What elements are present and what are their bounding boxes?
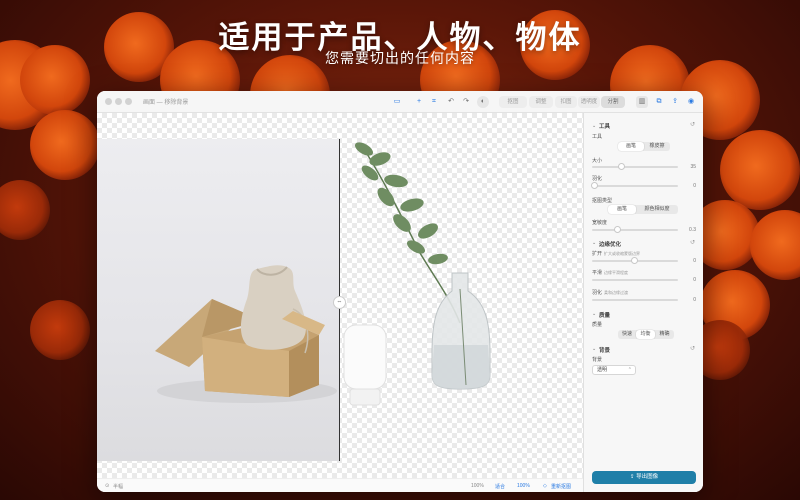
titlebar: 画面 — 移除背景 ▭ + ⌗ ↶ ↷ ◐ 抠图 调整 扣图 透明度 分割 ▥ … [97,91,703,113]
tab-extract[interactable]: 扣图 [555,96,577,108]
reset-cutout-icon[interactable]: ◇ [543,483,547,489]
tab-cutout[interactable]: 抠图 [499,96,527,108]
quality-fine-button[interactable]: 精确 [655,330,674,339]
feather2-label: 羽化 [592,290,603,296]
export-button-label: 导出图像 [636,474,659,480]
chevron-down-icon[interactable]: ⌄ [592,311,596,317]
chevron-down-icon[interactable]: ⌄ [592,123,596,129]
size-slider-knob[interactable] [618,163,625,170]
close-window-button[interactable] [105,98,112,105]
edge-section-title: 边缘优化 [599,242,622,248]
tolerance-slider[interactable] [592,229,678,231]
zoom-level-b[interactable]: 100% [517,483,530,489]
copy-icon[interactable]: ⧉ [653,96,665,108]
hand-tool-icon[interactable]: ⊙ [105,483,109,489]
expand-label: 扩开 [592,251,603,257]
feather2-slider[interactable] [592,299,678,301]
quality-section-title: 质量 [599,313,611,319]
background-section-title: 背景 [599,348,611,354]
smooth-hint: 边缘平滑程度 [604,270,628,275]
size-value: 35 [690,164,696,170]
quality-label: 质量 [592,322,603,328]
box-and-bag-image [155,265,337,403]
size-slider[interactable] [592,166,678,168]
feather2-value: 0 [693,297,696,303]
app-window: 画面 — 移除背景 ▭ + ⌗ ↶ ↷ ◐ 抠图 调整 扣图 透明度 分割 ▥ … [97,91,703,492]
tab-adjust[interactable]: 调整 [529,96,553,108]
original-photo [97,139,339,461]
hero-subtitle: 您需要切出的任何内容 [325,50,475,66]
reset-tools-icon[interactable]: ↺ [690,121,695,128]
window-title: 画面 — 移除背景 [143,100,189,106]
quality-fast-button[interactable]: 快速 [618,330,636,339]
share-icon[interactable]: ⇪ [669,96,681,108]
background-select-value: 透明 [597,367,608,373]
magic-select-icon[interactable]: ◐ [477,96,489,108]
quality-segmented: 快速 均衡 精确 [618,330,674,339]
tool-eraser-button[interactable]: 橡皮擦 [644,142,670,151]
cutout-objects-image [343,142,491,406]
tab-transparency[interactable]: 透明度 [578,96,600,108]
sidebar-toggle-icon[interactable]: ▭ [391,96,403,108]
chevron-down-icon[interactable]: ⌄ [592,346,596,352]
background-select[interactable]: 透明 ⌃ [592,365,636,375]
undo-icon[interactable]: ↶ [445,96,457,108]
feather-slider[interactable] [592,185,678,187]
quality-balanced-button[interactable]: 均衡 [636,330,655,339]
updown-chevron-icon: ⌃ [627,367,632,373]
smooth-value: 0 [693,277,696,283]
smooth-slider[interactable] [592,279,678,281]
selection-type-segmented: 画笔 颜色相似度 [608,205,678,214]
compare-view-icon[interactable]: ▥ [636,96,648,108]
size-label: 大小 [592,158,603,164]
reset-cutout-button[interactable]: 重新抠图 [551,483,571,490]
feather-label: 羽化 [592,176,603,182]
tolerance-slider-knob[interactable] [614,226,621,233]
expand-slider-knob[interactable] [631,257,638,264]
status-left-label: 半幅 [113,484,124,490]
crop-icon[interactable]: ⌗ [428,96,440,108]
zoom-level-a[interactable]: 100% [471,483,484,489]
background-label: 背景 [592,357,603,363]
feather2-hint: 柔和边缘过渡 [604,290,628,295]
info-icon[interactable]: ◉ [685,96,697,108]
fit-button[interactable]: 适合 [495,483,505,490]
zoom-window-button[interactable] [125,98,132,105]
tolerance-value: 0.3 [689,227,696,233]
feather-slider-knob[interactable] [591,182,598,189]
selection-color-button[interactable]: 颜色相似度 [636,205,678,214]
export-image-button[interactable]: ⇪ 导出图像 [592,471,696,484]
add-icon[interactable]: + [413,96,425,108]
expand-value: 0 [693,258,696,264]
reset-edge-icon[interactable]: ↺ [690,239,695,246]
tools-section-title: 工具 [599,124,611,130]
tolerance-label: 宽敏度 [592,220,608,226]
status-bar: ⊙ 半幅 100% 适合 100% ◇ 重新抠图 [97,478,583,492]
redo-icon[interactable]: ↷ [460,96,472,108]
chevron-down-icon[interactable]: ⌄ [592,240,596,246]
image-canvas[interactable]: ⇔ [97,113,583,478]
tool-label: 工具 [592,134,603,140]
feather-value: 0 [693,183,696,189]
tab-split[interactable]: 分割 [601,96,625,108]
inspector-panel: ⌄ 工具 ↺ 工具 画笔 橡皮擦 大小 35 羽化 0 抠图类型 画笔 颜色相似… [583,113,703,492]
selection-brush-button[interactable]: 画笔 [608,205,636,214]
tool-brush-button[interactable]: 画笔 [618,142,644,151]
selection-type-label: 抠图类型 [592,198,613,204]
reset-background-icon[interactable]: ↺ [690,345,695,352]
minimize-window-button[interactable] [115,98,122,105]
smooth-label: 平滑 [592,270,603,276]
tool-segmented: 画笔 橡皮擦 [618,142,670,151]
